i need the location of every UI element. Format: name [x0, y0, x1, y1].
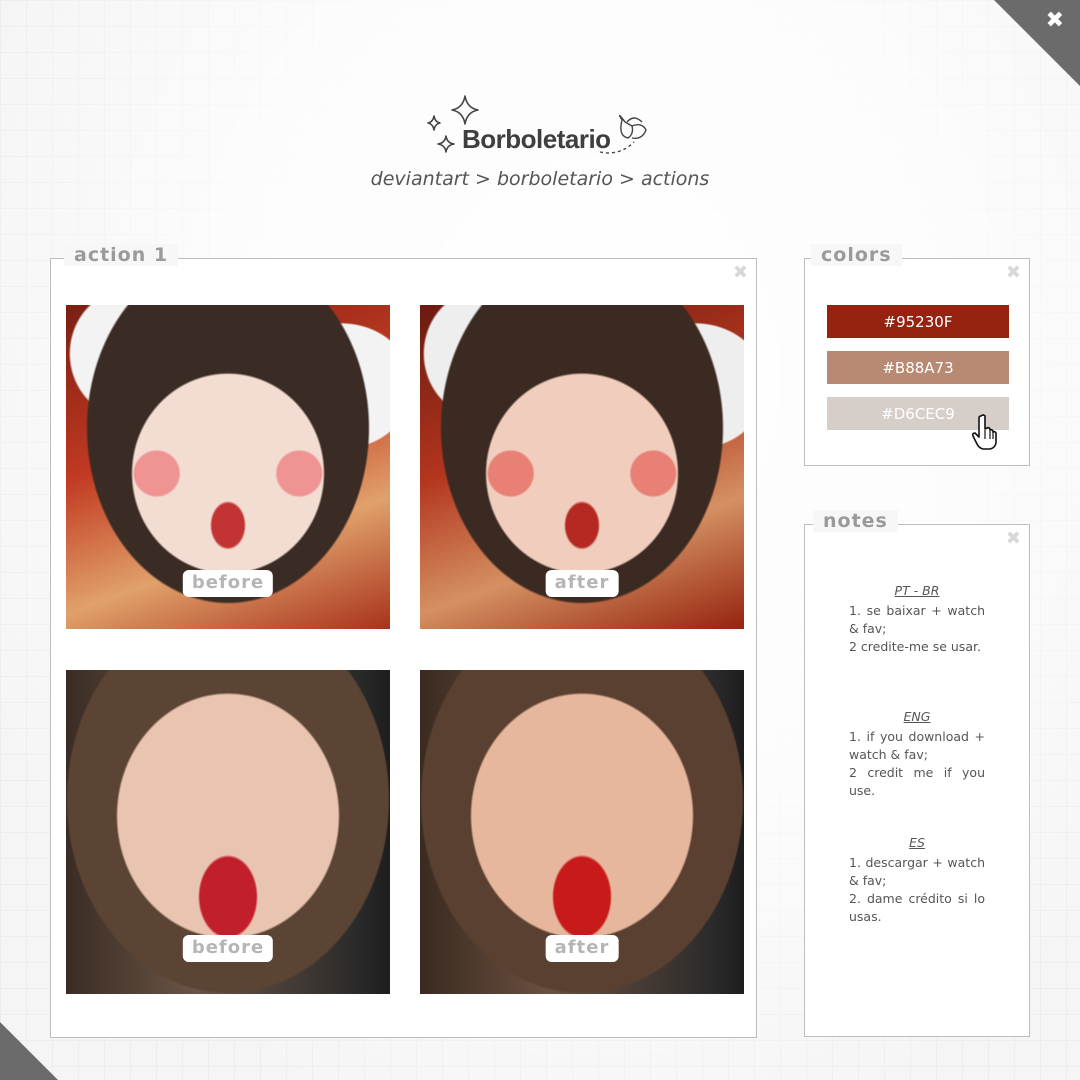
- notes-line: 2. dame crédito si lo usas.: [849, 891, 985, 924]
- after-tag: after: [545, 570, 619, 597]
- action-panel-close-button[interactable]: ✖: [733, 262, 748, 283]
- notes-heading: ENG: [903, 709, 931, 724]
- colors-panel: ✖ #95230F #B88A73 #D6CEC9: [804, 258, 1030, 466]
- color-swatch[interactable]: #95230F: [827, 305, 1009, 338]
- photo-before-2: before: [66, 670, 390, 994]
- before-tag: before: [182, 570, 274, 597]
- notes-panel: ✖ PT - BR 1. se baixar + watch & fav; 2 …: [804, 524, 1030, 1037]
- logo-text: Borboletario: [462, 124, 611, 154]
- before-tag: before: [182, 935, 274, 962]
- action-panel: ✖ before after before after: [50, 258, 757, 1038]
- notes-section-pt-br: PT - BR 1. se baixar + watch & fav; 2 cr…: [849, 582, 985, 656]
- notes-section-es: ES 1. descargar + watch & fav; 2. dame c…: [849, 834, 985, 926]
- colors-panel-title: colors: [811, 244, 902, 266]
- notes-line: 2 credit me if you use.: [849, 765, 985, 798]
- notes-panel-title: notes: [813, 510, 898, 532]
- notes-heading: ES: [909, 835, 925, 850]
- color-swatch[interactable]: #B88A73: [827, 351, 1009, 384]
- after-tag: after: [545, 935, 619, 962]
- notes-heading: PT - BR: [894, 583, 940, 598]
- photo-after-2: after: [420, 670, 744, 994]
- notes-line: 1. if you download + watch & fav;: [849, 729, 985, 762]
- notes-panel-close-button[interactable]: ✖: [1006, 528, 1021, 549]
- window-close-button[interactable]: ✖: [1046, 8, 1064, 33]
- notes-section-eng: ENG 1. if you download + watch & fav; 2 …: [849, 708, 985, 800]
- notes-line: 1. se baixar + watch & fav;: [849, 603, 985, 636]
- notes-line: 2 credite-me se usar.: [849, 639, 981, 654]
- action-panel-title: action 1: [64, 244, 179, 266]
- breadcrumb[interactable]: deviantart > borboletario > actions: [0, 168, 1080, 190]
- corner-decoration-top-right: [994, 0, 1080, 86]
- hand-cursor-icon: [971, 414, 997, 450]
- notes-line: 1. descargar + watch & fav;: [849, 855, 985, 888]
- colors-panel-close-button[interactable]: ✖: [1006, 262, 1021, 283]
- photo-before-1: before: [66, 305, 390, 629]
- photo-after-1: after: [420, 305, 744, 629]
